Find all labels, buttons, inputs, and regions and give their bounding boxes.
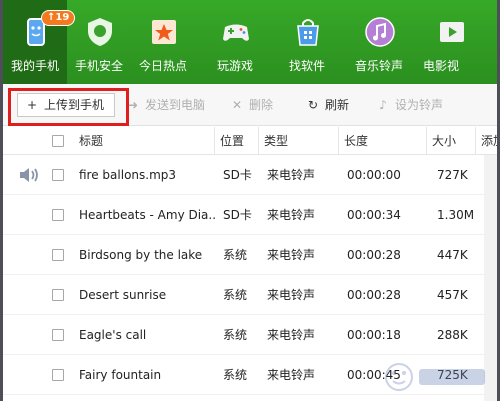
table-row[interactable]: Birdsong by the lake 系统 来电铃声 00:00:28 44… bbox=[3, 235, 497, 275]
send-to-pc-button[interactable]: ➜ 发送到电脑 bbox=[125, 94, 205, 116]
table-row[interactable]: fire ballons.mp3 SD卡 来电铃声 00:00:00 727K … bbox=[3, 155, 497, 195]
nav-security[interactable]: 手机安全 bbox=[67, 0, 131, 84]
refresh-button[interactable]: ↻ 刷新 bbox=[305, 94, 349, 116]
column-header-location[interactable]: 位置 bbox=[214, 127, 244, 155]
refresh-icon: ↻ bbox=[307, 98, 319, 112]
cell-type: 来电铃声 bbox=[267, 168, 316, 182]
column-header-added[interactable]: 添加 bbox=[475, 127, 497, 155]
cell-type: 来电铃声 bbox=[267, 288, 316, 302]
nav-movies[interactable]: 电影视 bbox=[419, 0, 497, 84]
set-ringtone-button[interactable]: ♪ 设为铃声 bbox=[375, 94, 443, 116]
cell-location: SD卡 bbox=[223, 208, 252, 222]
table-row[interactable]: Eagle's call 系统 来电铃声 00:00:18 288K 20 bbox=[3, 315, 497, 355]
cell-length: 00:00:28 bbox=[347, 248, 401, 262]
table-row[interactable]: Desert sunrise 系统 来电铃声 00:00:28 457K 20 bbox=[3, 275, 497, 315]
cell-title: fire ballons.mp3 bbox=[79, 168, 177, 182]
star-icon bbox=[152, 20, 176, 44]
app-store-icon bbox=[297, 19, 319, 46]
table-row[interactable]: Heartbeats - Amy Dia... SD卡 来电铃声 00:00:3… bbox=[3, 195, 497, 235]
cell-length: 00:00:34 bbox=[347, 208, 401, 222]
nav-my-phone[interactable]: ↑19 我的手机 bbox=[3, 0, 76, 84]
cell-location: 系统 bbox=[223, 328, 248, 342]
cell-location: SD卡 bbox=[223, 168, 252, 182]
cell-title: Desert sunrise bbox=[79, 288, 167, 302]
column-header-type[interactable]: 类型 bbox=[258, 127, 288, 155]
select-all-checkbox[interactable] bbox=[52, 135, 64, 147]
cell-location: 系统 bbox=[223, 248, 248, 262]
cell-length: 00:00:00 bbox=[347, 168, 401, 182]
app-window: ↑19 我的手机 手机安全 今日热点 玩游戏 找软件 音乐铃声 电影视 + 上传… bbox=[3, 0, 497, 401]
table-header: 标题 位置 类型 长度 大小 添加 bbox=[3, 127, 497, 155]
cell-location: 系统 bbox=[223, 288, 248, 302]
column-header-title[interactable]: 标题 bbox=[74, 127, 103, 155]
cell-title: Birdsong by the lake bbox=[79, 248, 203, 262]
cell-size: 1.30M bbox=[437, 208, 475, 222]
nav-label: 找软件 bbox=[288, 59, 325, 73]
row-checkbox[interactable] bbox=[52, 209, 64, 221]
row-checkbox[interactable] bbox=[52, 369, 64, 381]
column-header-size[interactable]: 大小 bbox=[426, 127, 456, 155]
cell-type: 来电铃声 bbox=[267, 368, 316, 382]
cell-title: Eagle's call bbox=[79, 328, 147, 342]
highlight-box bbox=[8, 88, 129, 126]
film-icon bbox=[440, 22, 464, 42]
nav-games[interactable]: 玩游戏 bbox=[203, 0, 267, 84]
top-nav: ↑19 我的手机 手机安全 今日热点 玩游戏 找软件 音乐铃声 电影视 bbox=[3, 0, 497, 84]
column-header-length[interactable]: 长度 bbox=[338, 127, 368, 155]
close-icon: ✕ bbox=[231, 98, 243, 112]
row-checkbox[interactable] bbox=[52, 329, 64, 341]
cell-size: 457K bbox=[437, 288, 468, 302]
cell-length: 00:00:18 bbox=[347, 328, 401, 342]
nav-label: 今日热点 bbox=[138, 59, 187, 73]
nav-hot-today[interactable]: 今日热点 bbox=[131, 0, 195, 84]
music-icon bbox=[365, 17, 395, 47]
nav-music-ringtones[interactable]: 音乐铃声 bbox=[347, 0, 411, 84]
cell-location: 系统 bbox=[223, 368, 248, 382]
watermark-logo bbox=[385, 363, 485, 391]
nav-label: 玩游戏 bbox=[216, 59, 253, 73]
row-checkbox[interactable] bbox=[52, 249, 64, 261]
cell-length: 00:00:28 bbox=[347, 288, 401, 302]
cell-title: Heartbeats - Amy Dia... bbox=[79, 208, 215, 222]
speaker-playing-icon bbox=[20, 168, 38, 182]
cell-title: Fairy fountain bbox=[79, 368, 162, 382]
nav-find-software[interactable]: 找软件 bbox=[275, 0, 339, 84]
bell-icon: ♪ bbox=[379, 98, 387, 112]
cell-type: 来电铃声 bbox=[267, 328, 316, 342]
cell-size: 727K bbox=[437, 168, 468, 182]
row-checkbox[interactable] bbox=[52, 169, 64, 181]
cell-size: 288K bbox=[437, 328, 468, 342]
shield-icon bbox=[88, 18, 112, 46]
delete-button[interactable]: ✕ 删除 bbox=[229, 94, 273, 116]
gamepad-icon bbox=[223, 24, 249, 41]
nav-label: 音乐铃声 bbox=[354, 59, 403, 73]
cell-type: 来电铃声 bbox=[267, 248, 316, 262]
nav-label: 电影视 bbox=[423, 59, 460, 73]
row-checkbox[interactable] bbox=[52, 289, 64, 301]
cell-size: 447K bbox=[437, 248, 468, 262]
cell-type: 来电铃声 bbox=[267, 208, 316, 222]
